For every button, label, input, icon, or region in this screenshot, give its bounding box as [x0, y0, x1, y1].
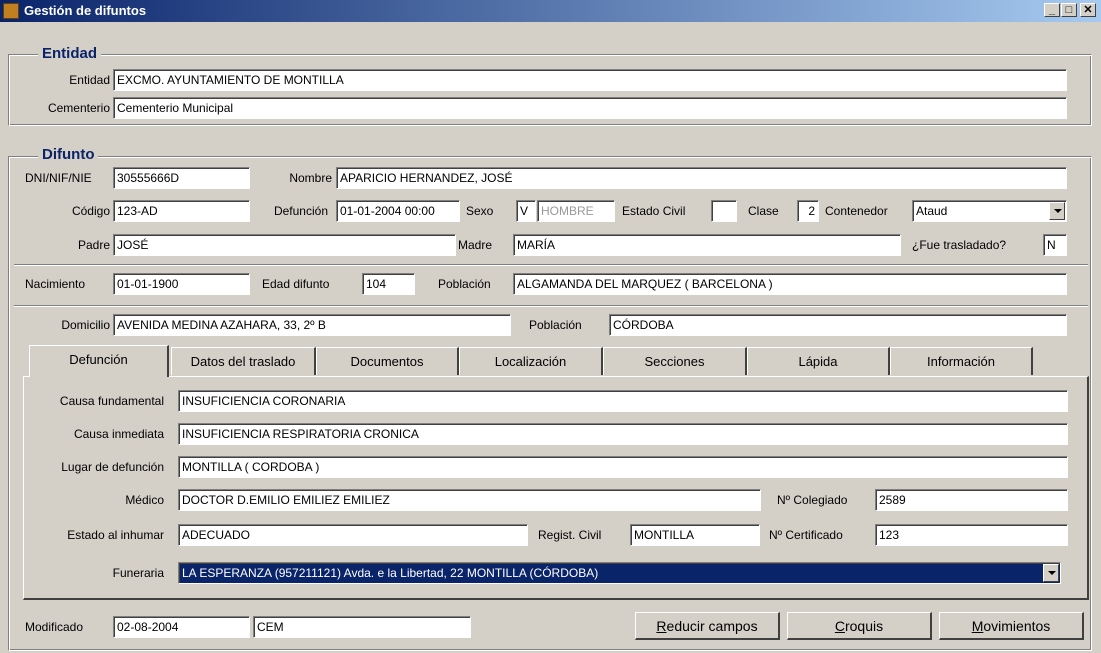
clase-field[interactable]: 2 [797, 200, 819, 222]
minimize-button[interactable]: _ [1044, 3, 1060, 17]
cementerio-label: Cementerio [47, 101, 110, 115]
edad-label: Edad difunto [262, 277, 330, 291]
dni-label: DNI/NIF/NIE [25, 171, 92, 185]
nombre-label: Nombre [289, 171, 332, 185]
registro-civil-label: Regist. Civil [538, 528, 602, 542]
movimientos-button[interactable]: Movimientos [939, 612, 1084, 640]
poblacion1-label: Población [438, 277, 491, 291]
title-bar: Gestión de difuntos _ □ ✕ [0, 0, 1101, 22]
croquis-label: roquis [844, 618, 884, 634]
movimientos-label: ovimientos [983, 618, 1051, 634]
defuncion-field[interactable]: 01-01-2004 00:00 [336, 200, 460, 222]
usuario-field[interactable]: CEM [253, 616, 471, 638]
chevron-down-icon[interactable] [1049, 202, 1065, 220]
estado-civil-label: Estado Civil [622, 204, 686, 218]
croquis-accelerator: C [834, 618, 845, 634]
funeraria-value: LA ESPERANZA (957211121) Avda. e la Libe… [182, 566, 599, 580]
contenedor-label: Contenedor [825, 204, 888, 218]
funeraria-label: Funeraria [112, 566, 164, 580]
window-title: Gestión de difuntos [24, 3, 147, 18]
padre-field[interactable]: JOSÉ [113, 234, 456, 256]
padre-label: Padre [77, 238, 110, 252]
lugar-defuncion-field[interactable]: MONTILLA ( CORDOBA ) [178, 456, 1068, 478]
poblacion1-field[interactable]: ALGAMANDA DEL MARQUEZ ( BARCELONA ) [513, 273, 1067, 295]
codigo-label: Código [71, 204, 110, 218]
estado-inhumar-label: Estado al inhumar [67, 528, 164, 542]
entidad-field[interactable]: EXCMO. AYUNTAMIENTO DE MONTILLA [113, 69, 1067, 91]
sexo-text-field: HOMBRE [537, 200, 615, 222]
tab-documentos[interactable]: Documentos [316, 347, 459, 375]
nacimiento-label: Nacimiento [25, 277, 86, 291]
madre-field[interactable]: MARÍA [513, 234, 901, 256]
poblacion2-label: Población [529, 318, 582, 332]
separator [14, 305, 1088, 307]
entidad-label: Entidad [69, 73, 110, 87]
causa-inmediata-field[interactable]: INSUFICIENCIA RESPIRATORIA CRONICA [178, 423, 1068, 445]
colegiado-label: Nº Colegiado [777, 493, 848, 507]
entidad-group-title: Entidad [38, 45, 101, 62]
medico-label: Médico [125, 493, 164, 507]
certificado-label: Nº Certificado [769, 528, 843, 542]
codigo-field[interactable]: 123-AD [113, 200, 250, 222]
domicilio-label: Domicilio [61, 318, 110, 332]
contenedor-dropdown[interactable]: Ataud [912, 200, 1067, 222]
domicilio-field[interactable]: AVENIDA MEDINA AZAHARA, 33, 2º B [113, 314, 511, 336]
colegiado-field[interactable]: 2589 [875, 489, 1068, 511]
causa-fundamental-field[interactable]: INSUFICIENCIA CORONARIA [178, 390, 1068, 412]
poblacion2-field[interactable]: CÓRDOBA [609, 314, 1067, 336]
causa-inmediata-label: Causa inmediata [73, 427, 164, 441]
tab-secciones[interactable]: Secciones [603, 347, 747, 375]
close-button[interactable]: ✕ [1080, 3, 1096, 17]
separator [14, 264, 1088, 266]
contenedor-value: Ataud [916, 204, 948, 218]
tab-lapida[interactable]: Lápida [747, 347, 890, 375]
difunto-group-title: Difunto [38, 146, 99, 163]
trasladado-field[interactable]: N [1043, 234, 1067, 256]
sexo-label: Sexo [466, 204, 494, 218]
sexo-code-field[interactable]: V [516, 200, 536, 222]
tab-localizacion[interactable]: Localización [459, 347, 603, 375]
reducir-label: educir campos [666, 618, 758, 634]
registro-civil-field[interactable]: MONTILLA [630, 524, 760, 546]
reducir-accelerator: R [656, 618, 667, 634]
medico-field[interactable]: DOCTOR D.EMILIO EMILIEZ EMILIEZ [178, 489, 761, 511]
trasladado-label: ¿Fue trasladado? [912, 238, 1007, 252]
modificado-label: Modificado [25, 620, 84, 634]
certificado-field[interactable]: 123 [875, 524, 1068, 546]
defuncion-label: Defunción [273, 204, 328, 218]
edad-field[interactable]: 104 [362, 273, 415, 295]
estado-civil-field[interactable] [711, 200, 737, 222]
movimientos-accelerator: M [971, 618, 984, 634]
causa-fundamental-label: Causa fundamental [59, 394, 164, 408]
maximize-button[interactable]: □ [1061, 3, 1077, 17]
chevron-down-icon[interactable] [1043, 564, 1059, 582]
funeraria-dropdown[interactable]: LA ESPERANZA (957211121) Avda. e la Libe… [178, 562, 1061, 584]
tab-datos-traslado[interactable]: Datos del traslado [171, 347, 316, 375]
tab-informacion[interactable]: Información [890, 347, 1033, 375]
clase-label: Clase [748, 204, 779, 218]
nacimiento-field[interactable]: 01-01-1900 [113, 273, 250, 295]
cementerio-field[interactable]: Cementerio Municipal [113, 97, 1067, 119]
reducir-campos-button[interactable]: Reducir campos [635, 612, 780, 640]
lugar-defuncion-label: Lugar de defunción [61, 460, 164, 474]
dni-field[interactable]: 30555666D [113, 167, 250, 189]
madre-label: Madre [458, 238, 493, 252]
nombre-field[interactable]: APARICIO HERNANDEZ, JOSÉ [336, 167, 1067, 189]
app-icon [3, 3, 19, 19]
croquis-button[interactable]: Croquis [787, 612, 932, 640]
tab-defuncion[interactable]: Defunción [29, 345, 169, 377]
estado-inhumar-field[interactable]: ADECUADO [178, 524, 528, 546]
modificado-field[interactable]: 02-08-2004 [113, 616, 250, 638]
